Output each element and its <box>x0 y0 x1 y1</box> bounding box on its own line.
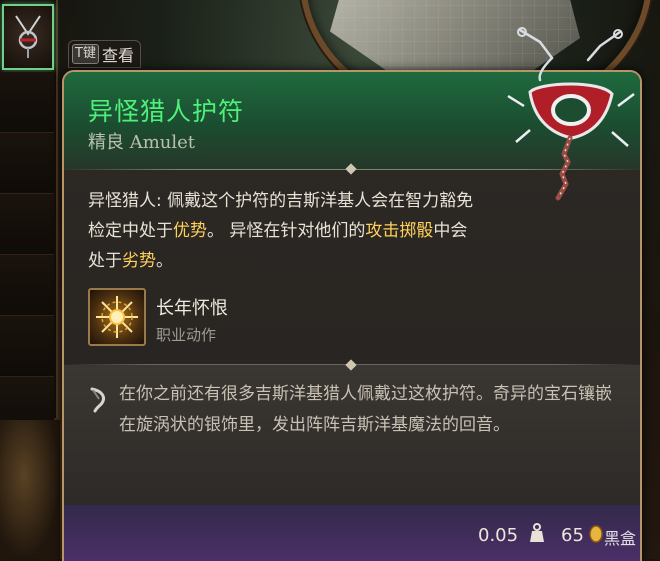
tooltip-footer: 0.05 65 黑盒 <box>64 505 640 561</box>
radiant-burst-icon[interactable] <box>88 288 146 346</box>
item-rarity-type: 精良 Amulet <box>88 132 196 153</box>
effect-text: 。 异怪在针对他们的 <box>207 221 366 241</box>
floor-background <box>0 420 60 559</box>
lore-section: 在你之前还有很多吉斯洋基猎人佩戴过这枚护符。奇异的宝石镶嵌在旋涡状的银饰里，发出… <box>64 365 640 505</box>
inventory-column <box>0 0 58 438</box>
keyword-advantage[interactable]: 优势 <box>173 221 207 241</box>
keyword-disadvantage[interactable]: 劣势 <box>122 251 156 271</box>
inspect-label: 查看 <box>101 46 134 65</box>
effect-text: 。 <box>156 251 173 271</box>
weight-value: 0.05 <box>478 525 519 546</box>
inventory-slot[interactable] <box>0 316 54 377</box>
keyword-attack-roll[interactable]: 攻击掷骰 <box>365 221 433 241</box>
action-type: 职业动作 <box>156 326 217 344</box>
quill-icon <box>90 387 106 413</box>
lore-text: 在你之前还有很多吉斯洋基猎人佩戴过这枚护符。奇异的宝石镶嵌在旋涡状的银饰里，发出… <box>119 384 612 435</box>
item-effect-description: 异怪猎人: 佩戴这个护符的吉斯洋基人会在智力豁免检定中处于优势。 异怪在针对他们… <box>88 186 478 276</box>
item-name: 异怪猎人护符 <box>88 97 245 126</box>
gold-coin-icon <box>589 525 603 543</box>
action-name[interactable]: 长年怀恨 <box>156 294 228 320</box>
amulet-thumbnail-icon <box>15 15 41 58</box>
inventory-slot[interactable] <box>0 133 54 194</box>
t-key-badge: T键 <box>72 44 99 64</box>
inventory-slot[interactable] <box>0 255 54 316</box>
weight-icon <box>530 523 544 542</box>
watermark-text: 黑盒 <box>604 529 637 548</box>
price-value: 65 <box>561 525 584 546</box>
amulet-artwork-icon <box>507 27 635 201</box>
inventory-slot[interactable] <box>0 72 54 133</box>
effect-name: 异怪猎人: <box>88 191 162 211</box>
inventory-slot[interactable] <box>0 194 54 255</box>
inventory-slot-selected-amulet[interactable] <box>2 4 54 70</box>
inspect-hint[interactable]: T键 查看 <box>68 40 141 68</box>
